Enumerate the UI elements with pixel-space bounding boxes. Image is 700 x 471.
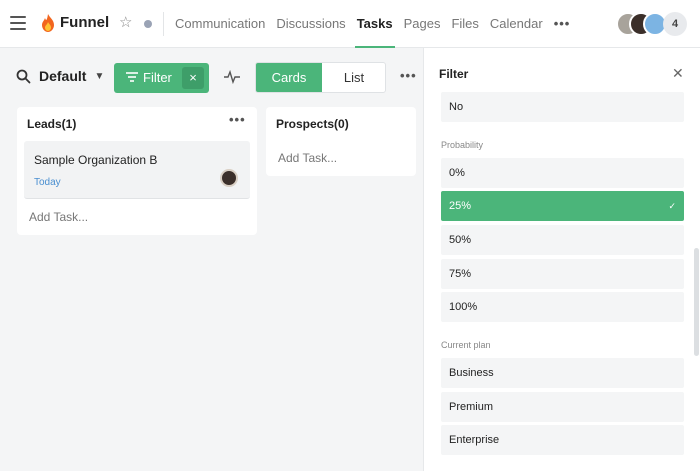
filter-option-enterprise[interactable]: Enterprise — [441, 425, 684, 455]
card-due-date: Today — [34, 177, 61, 188]
nav-communication[interactable]: Communication — [175, 16, 265, 48]
member-avatars[interactable]: 4 — [616, 12, 690, 36]
filter-option-no[interactable]: No — [441, 92, 684, 122]
task-card[interactable]: Sample Organization B Today — [24, 141, 250, 199]
view-selector[interactable]: Default ▼ — [16, 68, 104, 84]
filter-label: Filter — [143, 70, 172, 85]
toolbar-more-icon[interactable]: ••• — [400, 68, 417, 83]
board-column-prospects: Prospects(0) Add Task... — [266, 107, 416, 176]
filter-panel: Filter ✕ No Probability 0% 25% ✓ 50% 75%… — [423, 48, 700, 471]
activity-icon[interactable] — [224, 70, 240, 84]
hamburger-menu-icon[interactable] — [10, 16, 26, 30]
nav-tasks[interactable]: Tasks — [354, 16, 395, 48]
view-mode-toggle: Cards List — [255, 62, 386, 93]
board-column-leads: Leads(1) ••• Sample Organization B Today… — [17, 107, 257, 235]
list-tab[interactable]: List — [322, 63, 385, 92]
app-title: Funnel — [60, 14, 110, 31]
add-task-link[interactable]: Add Task... — [29, 210, 88, 224]
cards-tab[interactable]: Cards — [256, 63, 322, 92]
main-nav: Communication Discussions Tasks Pages Fi… — [175, 16, 581, 48]
add-task-link[interactable]: Add Task... — [278, 151, 337, 165]
filter-option-25[interactable]: 25% ✓ — [441, 191, 684, 221]
avatar — [220, 169, 238, 187]
member-count: 4 — [663, 12, 687, 36]
filter-icon — [126, 72, 138, 82]
option-label: 25% — [449, 200, 472, 212]
column-title: Prospects(0) — [276, 117, 349, 131]
section-label-probability: Probability — [441, 140, 484, 150]
filter-option-100[interactable]: 100% — [441, 292, 684, 322]
card-title: Sample Organization B — [34, 153, 158, 167]
filter-option-50[interactable]: 50% — [441, 225, 684, 255]
nav-discussions[interactable]: Discussions — [276, 16, 345, 48]
divider — [163, 12, 164, 36]
clear-filter-button[interactable]: × — [182, 67, 204, 89]
column-more-icon[interactable]: ••• — [229, 112, 246, 127]
status-dot — [144, 20, 152, 28]
check-icon: ✓ — [668, 201, 676, 211]
filter-option-business[interactable]: Business — [441, 358, 684, 388]
panel-title: Filter — [439, 67, 469, 81]
filter-option-premium[interactable]: Premium — [441, 392, 684, 422]
nav-more-icon[interactable]: ••• — [554, 16, 571, 48]
column-title: Leads(1) — [27, 117, 77, 131]
flame-icon — [42, 14, 54, 32]
top-bar: Funnel ☆ Communication Discussions Tasks… — [0, 0, 700, 48]
filter-option-75[interactable]: 75% — [441, 259, 684, 289]
nav-pages[interactable]: Pages — [404, 16, 441, 48]
nav-calendar[interactable]: Calendar — [490, 16, 543, 48]
filter-button[interactable]: Filter × — [114, 63, 209, 93]
star-icon[interactable]: ☆ — [119, 13, 132, 33]
search-icon — [16, 69, 31, 83]
section-label-current-plan: Current plan — [441, 340, 491, 350]
scrollbar[interactable] — [694, 248, 699, 356]
nav-files[interactable]: Files — [451, 16, 478, 48]
view-name: Default — [39, 68, 87, 84]
chevron-down-icon: ▼ — [94, 70, 105, 82]
filter-option-0[interactable]: 0% — [441, 158, 684, 188]
close-icon[interactable]: ✕ — [672, 65, 684, 82]
